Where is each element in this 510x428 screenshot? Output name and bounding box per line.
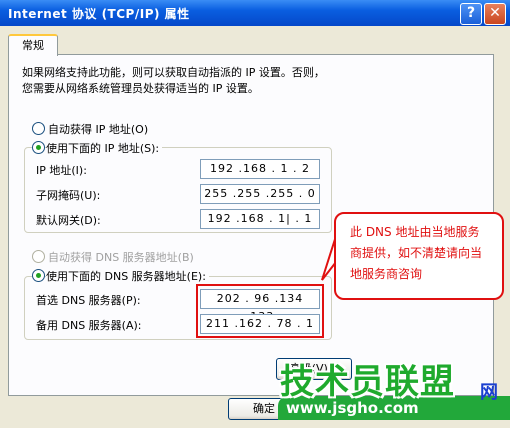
manual-ip-radio[interactable] [32, 141, 45, 154]
auto-dns-radio [32, 250, 45, 263]
manual-dns-radio[interactable] [32, 269, 45, 282]
help-button[interactable]: ? [460, 3, 482, 25]
ip-address-label: IP 地址(I): [36, 164, 87, 177]
manual-dns-label[interactable]: 使用下面的 DNS 服务器地址(E): [46, 268, 209, 284]
question-mark-icon: ? [466, 5, 476, 21]
auto-dns-label: 自动获得 DNS 服务器地址(B) [48, 251, 194, 264]
preferred-dns-label: 首选 DNS 服务器(P): [36, 294, 141, 307]
auto-ip-radio[interactable] [32, 122, 45, 135]
alternate-dns-label: 备用 DNS 服务器(A): [36, 319, 142, 332]
ip-address-field[interactable]: 192 .168 . 1 . 2 [200, 159, 320, 179]
gateway-label: 默认网关(D): [36, 214, 101, 227]
callout-text: 此 DNS 地址由当地服务商提供，如不清楚请向当地服务商咨询 [350, 225, 483, 281]
close-icon: ✕ [489, 5, 501, 21]
auto-ip-label[interactable]: 自动获得 IP 地址(O) [48, 121, 148, 137]
manual-ip-label[interactable]: 使用下面的 IP 地址(S): [46, 140, 163, 156]
watermark-suffix: 网 [480, 382, 498, 403]
intro-line-2: 您需要从网络系统管理员处获得适当的 IP 设置。 [22, 82, 259, 95]
intro-line-1: 如果网络支持此功能，则可以获取自动指派的 IP 设置。否则， [22, 66, 325, 79]
subnet-mask-field[interactable]: 255 .255 .255 . 0 [200, 184, 320, 204]
tab-general[interactable]: 常规 [8, 34, 58, 56]
watermark-brand: 技术员联盟 [280, 362, 455, 402]
dns-highlight-box [196, 284, 324, 338]
window-title: Internet 协议 (TCP/IP) 属性 [8, 7, 190, 21]
close-button[interactable]: ✕ [484, 3, 506, 25]
gateway-field[interactable]: 192 .168 . 1| . 1 [200, 209, 320, 229]
title-bar: Internet 协议 (TCP/IP) 属性 ? ✕ [0, 0, 510, 26]
callout-bubble: 此 DNS 地址由当地服务商提供，如不清楚请向当地服务商咨询 [334, 212, 504, 300]
subnet-mask-label: 子网掩码(U): [36, 189, 101, 202]
